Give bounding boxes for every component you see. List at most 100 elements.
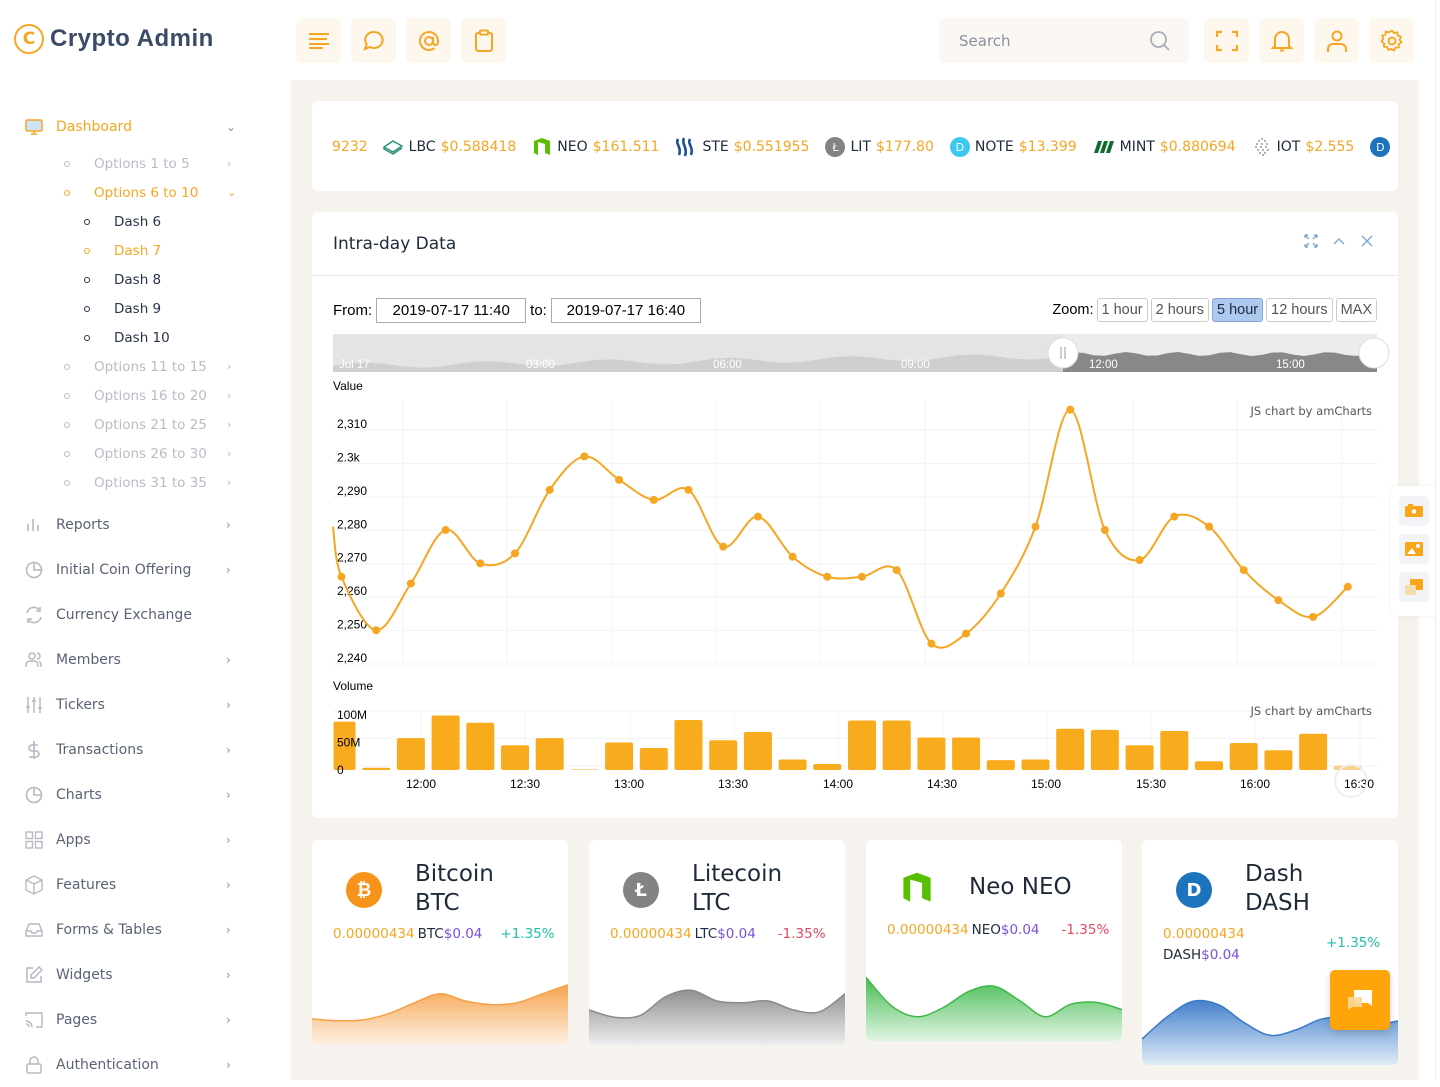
coin-usd: $0.04: [443, 926, 483, 942]
sidebar-dash-item[interactable]: Dash 9: [0, 294, 270, 323]
sidebar-item-apps[interactable]: Apps ›: [0, 817, 270, 862]
sidebar: C Crypto Admin Dashboard ⌄ Options 1 to …: [0, 0, 270, 1080]
sidebar-item-label: Members: [56, 651, 121, 668]
mintcoin-icon: [1093, 140, 1115, 154]
sidebar-item-label: Features: [56, 876, 117, 893]
circle-bullet-icon: [82, 246, 92, 256]
volume-bar: [396, 738, 425, 770]
search-field[interactable]: Search: [939, 18, 1189, 63]
image-button[interactable]: [1399, 534, 1429, 564]
sidebar-item-members[interactable]: Members ›: [0, 637, 270, 682]
amcharts-credit: JS chart by amCharts: [1249, 704, 1372, 718]
coin-ticker-line: DASH: [1245, 890, 1310, 916]
sidebar-item-charts[interactable]: Charts ›: [0, 772, 270, 817]
coin-stats: 0.00000434 LTC $0.04 -1.35%: [610, 926, 826, 942]
user-icon: [1326, 30, 1347, 52]
time-axis-label: 13:30: [718, 777, 748, 791]
sidebar-item-reports[interactable]: Reports ›: [0, 502, 270, 547]
value-data-point: [372, 626, 381, 635]
dash-icon: D: [1370, 137, 1391, 157]
sidebar-subitem[interactable]: Options 11 to 15 ›: [0, 352, 270, 381]
sidebar-item-widgets[interactable]: Widgets ›: [0, 952, 270, 997]
ticker-item[interactable]: D NOTE $13.399: [949, 137, 1077, 157]
coin-stats: 0.00000434 NEO $0.04 -1.35%: [887, 922, 1109, 938]
sidebar-item-label: Dashboard: [56, 118, 132, 135]
value-data-point: [1170, 512, 1179, 521]
value-data-point: [996, 589, 1005, 598]
sidebar-item-transactions[interactable]: Transactions ›: [0, 727, 270, 772]
volume-axis-title: Volume: [333, 679, 373, 693]
value-data-point: [649, 495, 658, 504]
sidebar-subitem[interactable]: Options 6 to 10 ⌄: [0, 178, 270, 207]
coin-name: Neo NEO: [969, 873, 1122, 902]
ticker-item[interactable]: NEO $161.511: [532, 137, 659, 157]
chevron-right-icon: ›: [227, 418, 232, 431]
circle-bullet-icon: [62, 449, 72, 459]
volume-bar: [362, 767, 391, 770]
settings-button[interactable]: [1369, 18, 1414, 63]
search-icon[interactable]: [1149, 30, 1171, 52]
ticker-item[interactable]: IOT $2.555: [1252, 137, 1355, 157]
ticker-item[interactable]: LBC $0.588418: [382, 139, 516, 155]
intraday-chart: Jul 17 03:00 06:00 09:00 12:00 15:00 Value 2,24…: [332, 334, 1390, 798]
volume-bar: [1299, 733, 1328, 770]
sidebar-dash-item[interactable]: Dash 6: [0, 207, 270, 236]
sidebar-item-authentication[interactable]: Authentication ›: [0, 1042, 270, 1087]
clipboard-button[interactable]: [461, 18, 506, 63]
gallery-button[interactable]: [1399, 572, 1429, 602]
volume-bar: [882, 720, 911, 770]
sidebar-nav: Dashboard ⌄ Options 1 to 5 › Options 6 t…: [0, 104, 270, 1087]
sidebar-item-tickers[interactable]: Tickers ›: [0, 682, 270, 727]
sidebar-dash-item[interactable]: Dash 7: [0, 236, 270, 265]
chat-fab[interactable]: [1330, 970, 1390, 1030]
side-dock: [1391, 486, 1440, 616]
menu-toggle-button[interactable]: [296, 18, 341, 63]
sidebar-item-label: Forms & Tables: [56, 921, 162, 938]
sidebar-item-initial-coin-offering[interactable]: Initial Coin Offering ›: [0, 547, 270, 592]
sidebar-item-pages[interactable]: Pages ›: [0, 997, 270, 1042]
volume-bar: [952, 737, 981, 770]
volume-bar: [501, 745, 529, 770]
ticker-item[interactable]: STE $0.551955: [675, 137, 809, 157]
search-input[interactable]: Search: [959, 32, 1011, 50]
sidebar-subitem[interactable]: Options 31 to 35 ›: [0, 468, 270, 497]
chat-button[interactable]: [351, 18, 396, 63]
value-data-point: [962, 629, 971, 638]
sidebar-subitem[interactable]: Options 21 to 25 ›: [0, 410, 270, 439]
ticker-item[interactable]: MINT $0.880694: [1093, 139, 1236, 155]
sidebar-subitem-label: Options 1 to 5: [94, 155, 190, 172]
sidebar-item-features[interactable]: Features ›: [0, 862, 270, 907]
sidebar-item-dashboard[interactable]: Dashboard ⌄: [0, 104, 270, 149]
ticker-item[interactable]: D: [1370, 137, 1398, 157]
profile-button[interactable]: [1314, 18, 1359, 63]
sidebar-subitem[interactable]: Options 16 to 20 ›: [0, 381, 270, 410]
value-data-point: [753, 512, 762, 521]
scrollbar-tick-label: 09:00: [901, 359, 930, 371]
coin-amount: 0.00000434: [610, 926, 692, 942]
value-data-point: [476, 559, 485, 568]
notifications-button[interactable]: [1259, 18, 1304, 63]
sidebar-dash-item[interactable]: Dash 8: [0, 265, 270, 294]
sidebar-dash-item[interactable]: Dash 10: [0, 323, 270, 352]
time-axis-label: 16:00: [1240, 777, 1270, 791]
camera-button[interactable]: [1399, 496, 1429, 526]
logo[interactable]: C Crypto Admin: [14, 24, 214, 54]
sidebar-item-currency-exchange[interactable]: Currency Exchange: [0, 592, 270, 637]
ticker-item[interactable]: Ł LIT $177.80: [825, 137, 934, 157]
time-axis-label: 12:00: [406, 777, 436, 791]
page-scrollbar[interactable]: [1435, 0, 1440, 1080]
ticker-price: $2.555: [1305, 139, 1355, 155]
ticker-symbol: MINT: [1119, 139, 1155, 155]
email-button[interactable]: [406, 18, 451, 63]
sidebar-subitem[interactable]: Options 1 to 5 ›: [0, 149, 270, 178]
fullscreen-button[interactable]: [1204, 18, 1249, 63]
volume-bar: [570, 769, 599, 770]
scrollbar-grip-left[interactable]: [1047, 337, 1079, 369]
sidebar-item-forms-tables[interactable]: Forms & Tables ›: [0, 907, 270, 952]
value-data-point: [1066, 405, 1075, 414]
lock-icon: [24, 1055, 44, 1075]
scrollbar-grip-right[interactable]: [1358, 337, 1390, 369]
image-icon: [1405, 542, 1423, 556]
coin-name-line: Neo NEO: [969, 874, 1072, 900]
sidebar-subitem[interactable]: Options 26 to 30 ›: [0, 439, 270, 468]
